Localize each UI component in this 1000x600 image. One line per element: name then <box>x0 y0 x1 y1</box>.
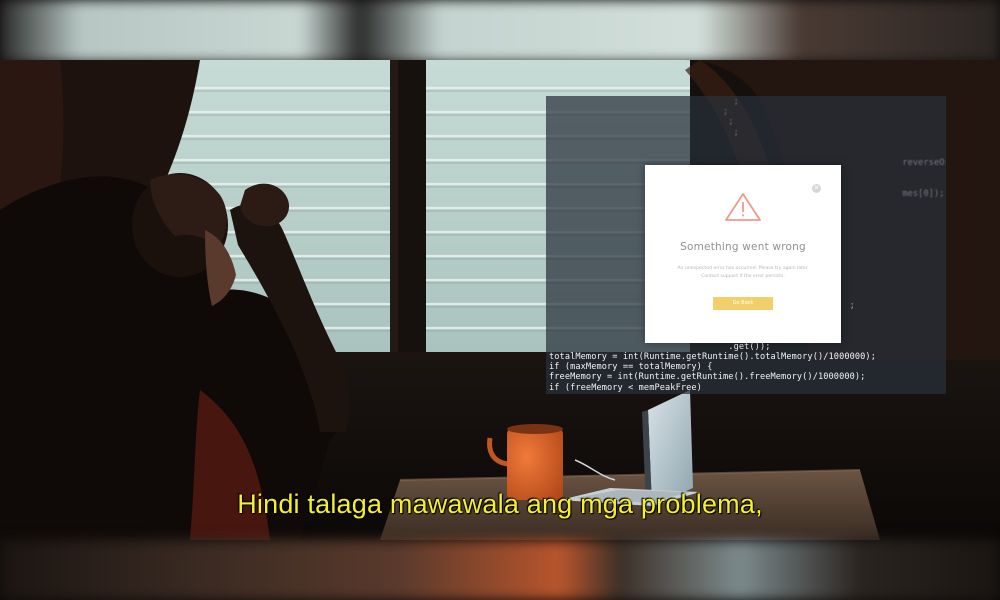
close-icon[interactable]: ✕ <box>812 184 821 193</box>
dialog-message-line1: An unexpected error has occurred. Please… <box>677 266 809 271</box>
code-line: if (freeMemory < memPeakFree) <box>549 382 702 393</box>
code-line: if (maxMemory == totalMemory) { <box>549 362 713 373</box>
letterbox-bottom <box>0 540 1000 600</box>
code-line: totalMemory = int(Runtime.getRuntime().t… <box>549 352 876 362</box>
code-line: freeMemory = int(Runtime.getRuntime().fr… <box>549 372 866 383</box>
code-line: ; <box>549 97 739 107</box>
subtitle: Hindi talaga mawawala ang mga problema, <box>237 489 763 519</box>
code-line: ; <box>549 117 734 128</box>
warning-triangle-icon <box>725 193 761 221</box>
code-line: ; <box>549 127 739 138</box>
video-frame: ; ; ; ; reverseOrder()); } <box>0 0 1000 600</box>
letterbox-top <box>0 0 1000 62</box>
error-dialog: ✕ Something went wrong An unexpected err… <box>645 165 841 343</box>
code-line: ; <box>549 107 729 118</box>
dialog-message-line2: Contact support if the error persists. <box>701 274 785 279</box>
go-back-button[interactable]: Go Back <box>713 297 773 310</box>
code-line: .get()); <box>549 341 771 352</box>
dialog-title: Something went wrong <box>680 241 806 253</box>
